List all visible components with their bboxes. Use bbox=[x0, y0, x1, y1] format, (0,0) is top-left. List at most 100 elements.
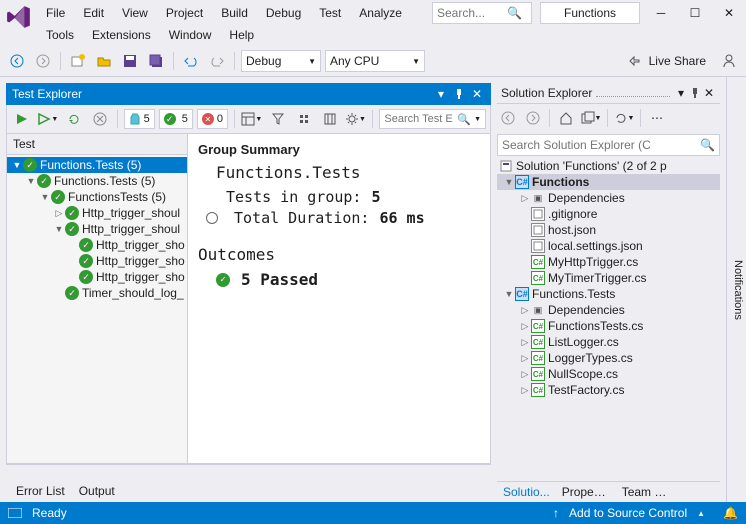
config-dropdown[interactable]: Debug▼ bbox=[241, 50, 321, 72]
se-tab[interactable]: Team E... bbox=[616, 482, 676, 502]
view-button[interactable]: ▼ bbox=[241, 108, 263, 130]
se-row[interactable]: C#MyHttpTrigger.cs bbox=[497, 254, 720, 270]
test-tree-row[interactable]: ✓Http_trigger_sho bbox=[7, 237, 187, 253]
menu-analyze[interactable]: Analyze bbox=[351, 2, 410, 24]
menu-help[interactable]: Help bbox=[221, 24, 262, 46]
se-tab[interactable]: Propert... bbox=[556, 482, 616, 502]
test-tree-row[interactable]: ▼✓Http_trigger_shoul bbox=[7, 221, 187, 237]
maximize-button[interactable]: ☐ bbox=[682, 2, 708, 24]
se-row[interactable]: ▷C#LoggerTypes.cs bbox=[497, 350, 720, 366]
se-search-input[interactable] bbox=[502, 138, 700, 152]
platform-dropdown[interactable]: Any CPU▼ bbox=[325, 50, 425, 72]
title-controls: 🔍 Functions ─ ☐ ✕ bbox=[432, 2, 742, 24]
se-row[interactable]: local.settings.json bbox=[497, 238, 720, 254]
menu-build[interactable]: Build bbox=[213, 2, 256, 24]
title-search-input[interactable] bbox=[437, 6, 507, 20]
se-search[interactable]: 🔍 bbox=[497, 134, 720, 156]
add-source-control[interactable]: Add to Source Control bbox=[569, 506, 687, 520]
failed-tests-pill[interactable]: ✕0 bbox=[197, 109, 228, 129]
menu-extensions[interactable]: Extensions bbox=[84, 24, 159, 46]
test-search-input[interactable] bbox=[384, 113, 454, 125]
menu-test[interactable]: Test bbox=[311, 2, 349, 24]
liveshare-icon[interactable] bbox=[623, 50, 645, 72]
liveshare-label[interactable]: Live Share bbox=[649, 54, 706, 68]
test-tree-row[interactable]: ▼✓Functions.Tests (5) bbox=[7, 157, 187, 173]
open-button[interactable] bbox=[93, 50, 115, 72]
test-tree-row[interactable]: ✓Http_trigger_sho bbox=[7, 253, 187, 269]
se-row[interactable]: ▷C#ListLogger.cs bbox=[497, 334, 720, 350]
se-scroll[interactable] bbox=[497, 469, 720, 481]
filter-button[interactable] bbox=[267, 108, 289, 130]
se-row[interactable]: ▷C#TestFactory.cs bbox=[497, 382, 720, 398]
menu-edit[interactable]: Edit bbox=[75, 2, 112, 24]
bottom-tab-output[interactable]: Output bbox=[79, 484, 115, 498]
pass-icon: ✓ bbox=[216, 273, 230, 287]
se-fwd-button[interactable] bbox=[522, 107, 544, 129]
redo-button[interactable] bbox=[206, 50, 228, 72]
save-button[interactable] bbox=[119, 50, 141, 72]
group-button[interactable] bbox=[293, 108, 315, 130]
menu-project[interactable]: Project bbox=[158, 2, 211, 24]
stop-button[interactable] bbox=[89, 108, 111, 130]
se-row[interactable]: ▼C#Functions bbox=[497, 174, 720, 190]
test-tree-row[interactable]: ✓Timer_should_log_ bbox=[7, 285, 187, 301]
se-tab[interactable]: Solutio... bbox=[497, 482, 556, 502]
se-row[interactable]: ▼C#Functions.Tests bbox=[497, 286, 720, 302]
minimize-button[interactable]: ─ bbox=[648, 2, 674, 24]
test-tree-row[interactable]: ✓Http_trigger_sho bbox=[7, 269, 187, 285]
menu-file[interactable]: File bbox=[38, 2, 73, 24]
scroll-strip[interactable] bbox=[6, 464, 491, 480]
se-home-button[interactable] bbox=[555, 107, 577, 129]
se-row[interactable]: ▷▣Dependencies bbox=[497, 190, 720, 206]
se-row[interactable]: .gitignore bbox=[497, 206, 720, 222]
panel-menu-button[interactable]: ▾ bbox=[433, 86, 449, 102]
se-switch-button[interactable]: ▼ bbox=[580, 107, 602, 129]
menu-debug[interactable]: Debug bbox=[258, 2, 309, 24]
passed-tests-pill[interactable]: ✓5 bbox=[159, 109, 193, 129]
test-tree-row[interactable]: ▼✓FunctionsTests (5) bbox=[7, 189, 187, 205]
total-tests-pill[interactable]: 5 bbox=[124, 109, 155, 129]
notifications-tab[interactable]: Notifications bbox=[726, 77, 746, 502]
settings-button[interactable]: ▼ bbox=[345, 108, 367, 130]
test-search[interactable]: 🔍▼ bbox=[379, 109, 486, 129]
run-all-button[interactable] bbox=[11, 108, 33, 130]
se-back-button[interactable] bbox=[497, 107, 519, 129]
solution-root[interactable]: Solution 'Functions' (2 of 2 p bbox=[497, 158, 720, 174]
columns-button[interactable] bbox=[319, 108, 341, 130]
se-more-button[interactable]: ⋯ bbox=[646, 107, 668, 129]
admin-icon[interactable] bbox=[718, 50, 740, 72]
title-search[interactable]: 🔍 bbox=[432, 2, 532, 24]
panel-pin-button[interactable] bbox=[451, 86, 467, 102]
new-project-button[interactable] bbox=[67, 50, 89, 72]
repeat-button[interactable] bbox=[63, 108, 85, 130]
notifications-bell-icon[interactable]: 🔔 bbox=[723, 506, 738, 520]
nav-fwd-button[interactable] bbox=[32, 50, 54, 72]
save-all-button[interactable] bbox=[145, 50, 167, 72]
test-tree-row[interactable]: ▼✓Functions.Tests (5) bbox=[7, 173, 187, 189]
se-row[interactable]: C#MyTimerTrigger.cs bbox=[497, 270, 720, 286]
se-refresh-button[interactable]: ▼ bbox=[613, 107, 635, 129]
panel-close-button[interactable]: ✕ bbox=[469, 86, 485, 102]
menu-window[interactable]: Window bbox=[161, 24, 220, 46]
solution-tree[interactable]: Solution 'Functions' (2 of 2 p ▼C#Functi… bbox=[497, 158, 720, 469]
source-control-up-icon[interactable]: ↑ bbox=[553, 506, 559, 520]
se-row[interactable]: ▷C#NullScope.cs bbox=[497, 366, 720, 382]
panel-menu-button[interactable]: ▾ bbox=[674, 86, 688, 100]
search-icon: 🔍 bbox=[700, 138, 715, 152]
bottom-tab-error-list[interactable]: Error List bbox=[16, 484, 65, 498]
undo-button[interactable] bbox=[180, 50, 202, 72]
test-tree[interactable]: ▼✓Functions.Tests (5)▼✓Functions.Tests (… bbox=[7, 155, 187, 463]
panel-close-button[interactable]: ✕ bbox=[702, 86, 716, 100]
nav-back-button[interactable] bbox=[6, 50, 28, 72]
se-row[interactable]: ▷C#FunctionsTests.cs bbox=[497, 318, 720, 334]
test-tree-row[interactable]: ▷✓Http_trigger_shoul bbox=[7, 205, 187, 221]
se-row[interactable]: host.json bbox=[497, 222, 720, 238]
count-value: 5 bbox=[371, 188, 380, 206]
se-row[interactable]: ▷▣Dependencies bbox=[497, 302, 720, 318]
menu-view[interactable]: View bbox=[114, 2, 156, 24]
panel-pin-button[interactable] bbox=[688, 86, 702, 100]
test-explorer-title: Test Explorer bbox=[12, 87, 82, 101]
run-button[interactable]: ▼ bbox=[37, 108, 59, 130]
close-button[interactable]: ✕ bbox=[716, 2, 742, 24]
menu-tools[interactable]: Tools bbox=[38, 24, 82, 46]
